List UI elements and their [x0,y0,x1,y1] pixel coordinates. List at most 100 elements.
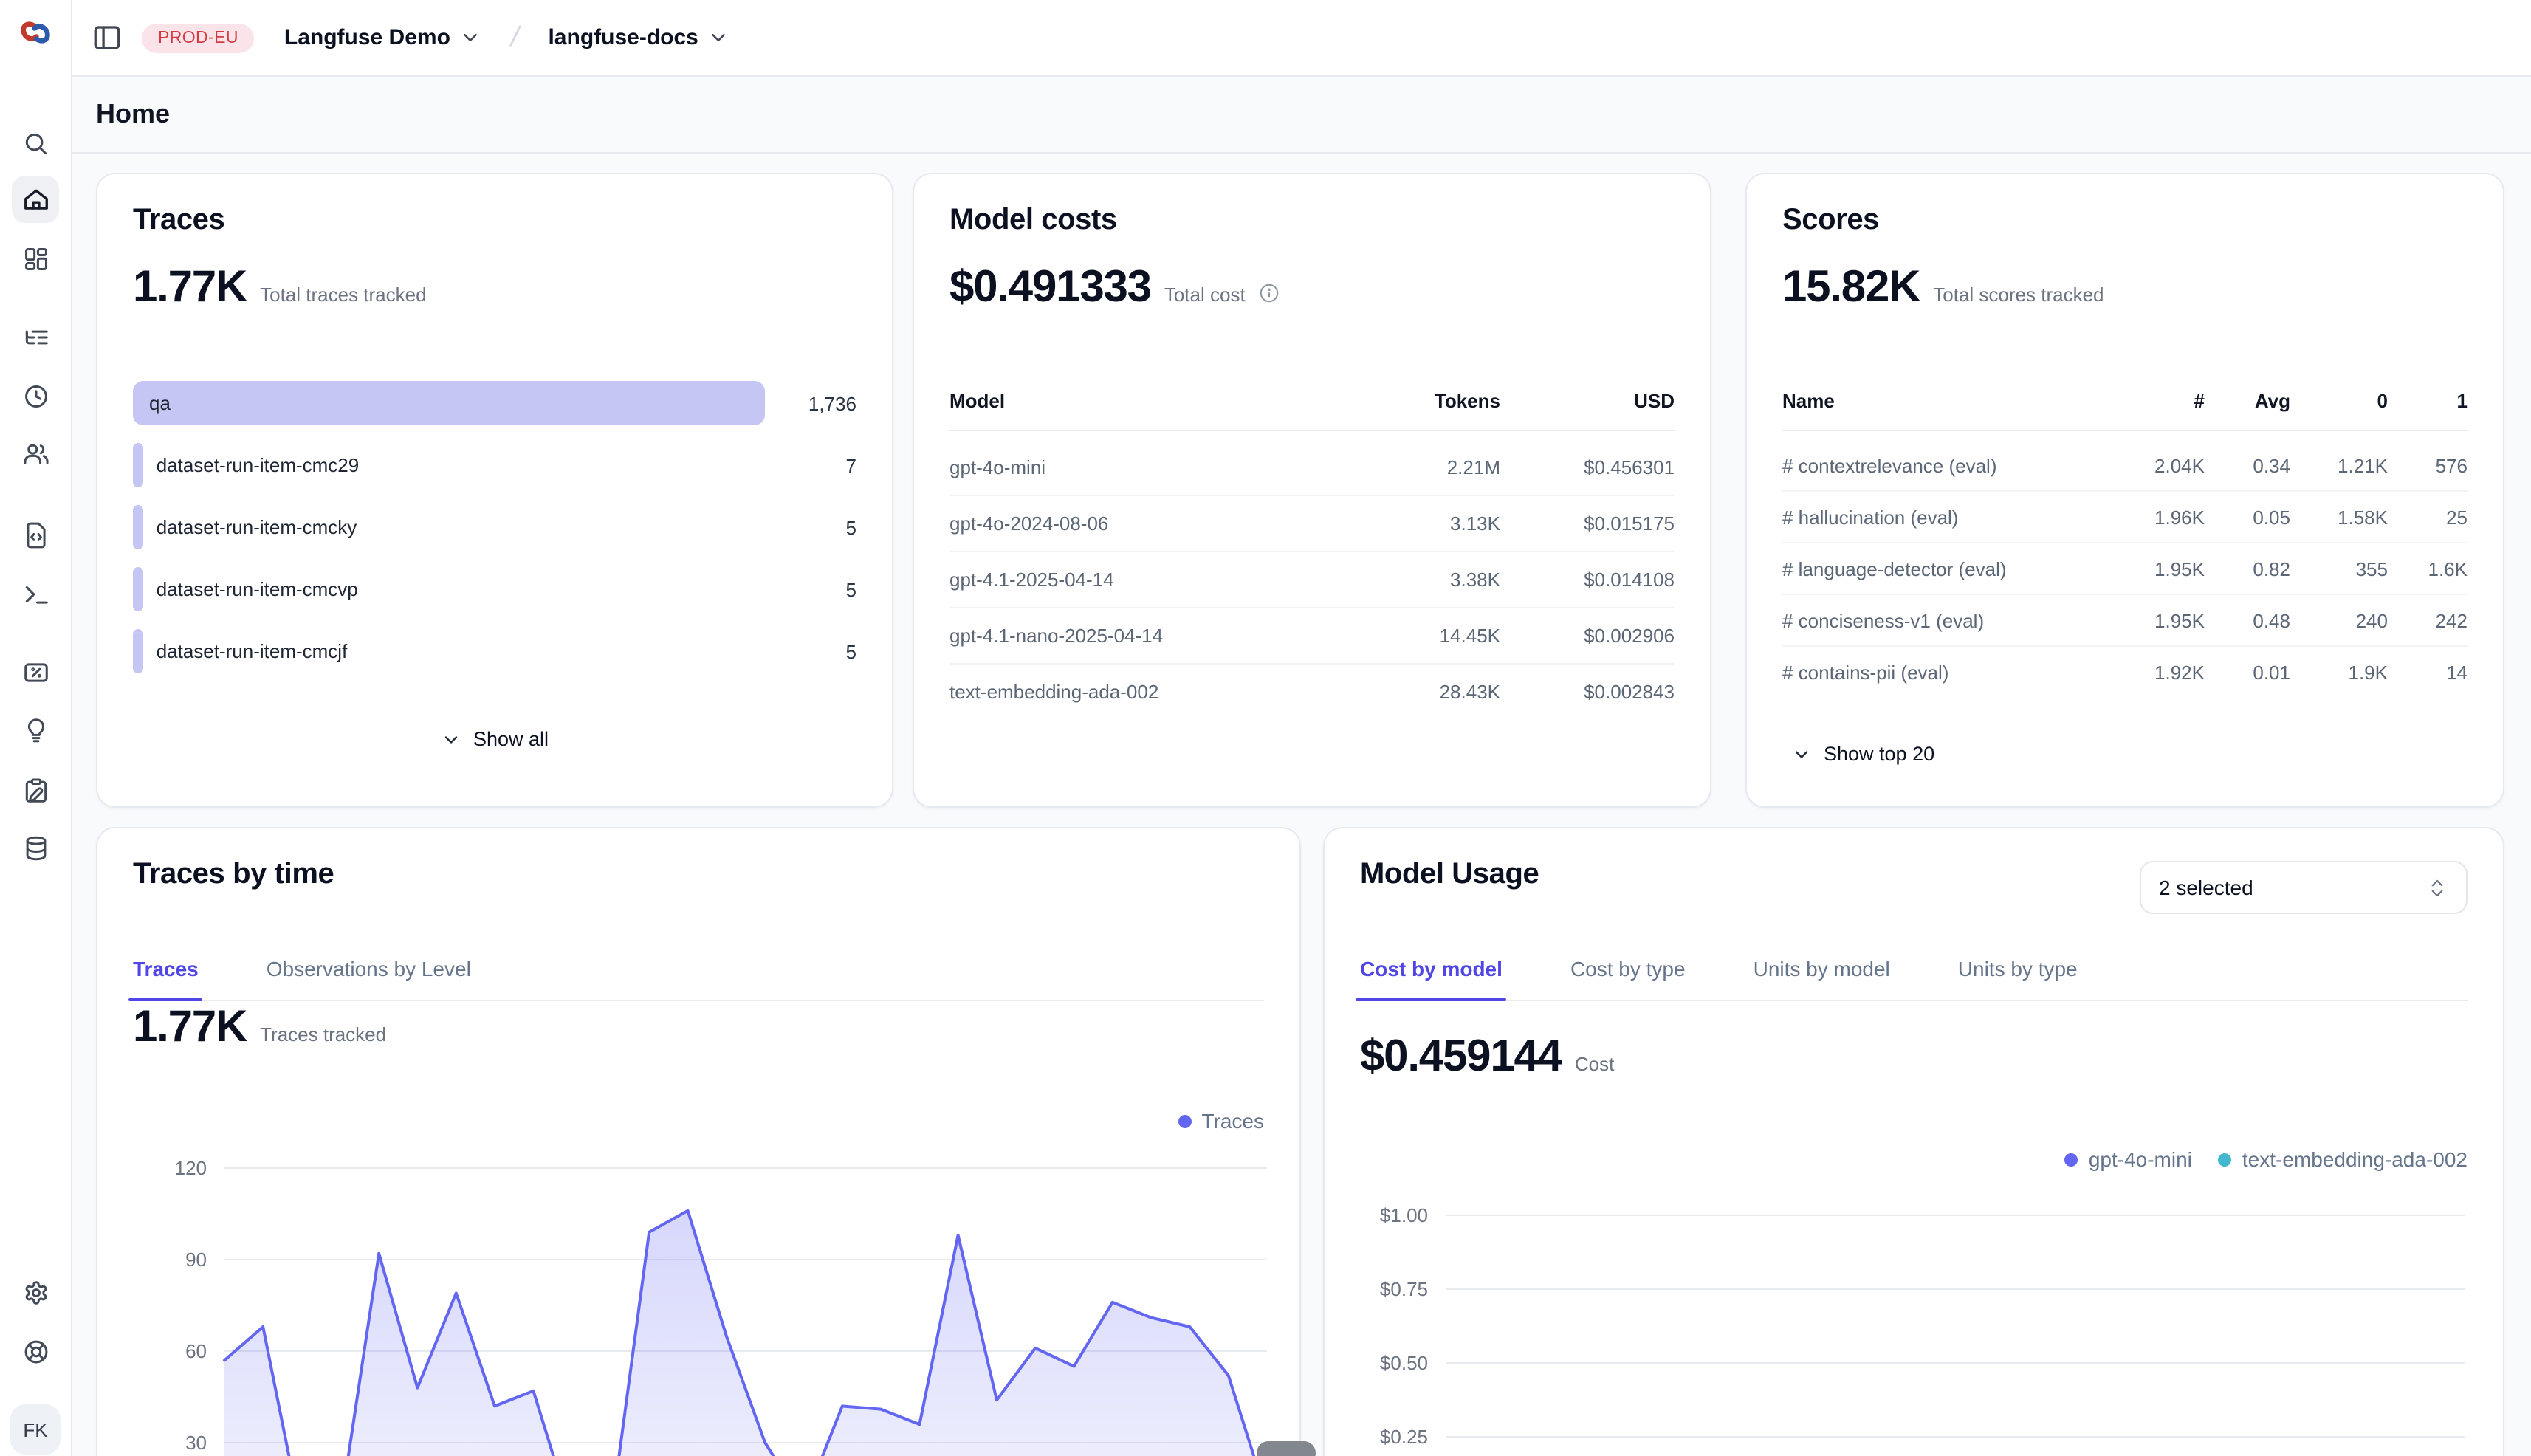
table-cell: # language-detector (eval) [1782,557,2119,580]
sidebar-toggle-button[interactable] [92,22,123,53]
chevron-down-icon [707,27,729,49]
show-all-button[interactable]: Show all [432,727,557,752]
scores-card: Scores 15.82K Total scores tracked Name … [1745,173,2504,808]
breadcrumb-separator: / [507,21,522,54]
table-cell: 0.48 [2205,609,2290,631]
svg-text:120: 120 [175,1157,207,1179]
org-switcher[interactable]: Langfuse Demo [275,24,490,52]
svg-text:60: 60 [185,1340,207,1362]
sidebar-item-dashboards[interactable] [12,235,59,282]
table-cell: gpt-4.1-2025-04-14 [949,569,1364,591]
tab-traces[interactable]: Traces [133,952,199,1000]
langfuse-logo-icon [16,13,55,52]
sidebar-item-datasets[interactable] [12,824,59,871]
tab-cost-by-type[interactable]: Cost by type [1570,952,1686,1000]
dashboards-icon [21,244,49,272]
legend-label: text-embedding-ada-002 [2242,1147,2468,1171]
legend-item: gpt-4o-mini [2065,1147,2192,1171]
horizontal-scrollbar-thumb[interactable] [1257,1441,1316,1456]
table-row: text-embedding-ada-00228.43K$0.002843 [949,665,1675,719]
scores-metric: 15.82K Total scores tracked [1782,263,2104,313]
trace-bar-row: qa1,736 [133,381,856,425]
table-cell: 1.21K [2290,454,2388,476]
traces-by-time-tabs: Traces Observations by Level [133,952,1264,1001]
sidebar-item-annotation-queues[interactable] [12,766,59,814]
trace-bar-row: dataset-run-item-cmcjf5 [133,629,856,673]
legend-dot-icon [1178,1114,1191,1127]
sidebar-item-settings[interactable] [12,1268,59,1316]
model-usage-metric: $0.459144 Cost [1360,1032,1614,1082]
chevron-down-icon [459,27,481,49]
sidebar-item-search[interactable] [12,120,59,167]
trace-bar-label: dataset-run-item-cmc29 [157,454,360,476]
sidebar-item-prompts[interactable] [12,511,59,558]
tab-cost-by-model[interactable]: Cost by model [1360,952,1503,1000]
chevrons-up-down-icon [2426,876,2448,899]
model-costs-table-header: Model Tokens USD [949,390,1675,431]
trace-bar-label: qa [149,392,171,414]
trace-bar [133,505,143,549]
chevron-down-icon [1791,744,1812,764]
tracing-tree-icon [21,323,49,351]
traces-by-time-card: Traces by time TracesObservations by Lev… [96,827,1301,1456]
traces-metric: 1.77K Total traces tracked [133,263,427,313]
trace-bar-label: dataset-run-item-cmcvp [157,578,358,600]
main-content: Traces 1.77K Total traces tracked qa1,73… [71,154,2531,1456]
trace-bar-value: 7 [765,454,856,476]
sidebar-item-users[interactable] [12,430,59,477]
sidebar-item-tracing[interactable] [12,313,59,360]
sidebar-item-ideas[interactable] [12,706,59,753]
trace-bar [133,567,143,611]
workspace-logo[interactable] [16,13,55,52]
traces-by-time-metric: 1.77K Traces tracked [133,1003,386,1053]
tab-units-by-type[interactable]: Units by type [1958,952,2078,1000]
sidebar-item-sessions[interactable] [12,372,59,419]
table-cell: 1.58K [2290,506,2388,528]
sidebar-item-support[interactable] [12,1328,59,1375]
environment-badge: PROD-EU [142,23,255,52]
table-cell: 1.6K [2388,557,2468,580]
sidebar-item-playground[interactable] [12,570,59,617]
show-top-20-button[interactable]: Show top 20 [1782,741,1943,766]
table-cell: 2.04K [2119,454,2205,476]
tab-observations-by-level[interactable]: Observations by Level [267,952,471,1000]
table-cell: 3.13K [1364,512,1500,535]
project-switcher[interactable]: langfuse-docs [539,24,738,52]
svg-text:$0.75: $0.75 [1380,1278,1428,1300]
table-cell: $0.015175 [1500,512,1675,535]
panel-left-icon [92,22,123,53]
card-title: Model Usage [1360,858,1539,892]
model-select[interactable]: 2 selected [2140,861,2468,914]
table-cell: 240 [2290,609,2388,631]
sidebar: FK [0,0,72,1456]
trace-bar-value: 5 [765,640,856,662]
project-name: langfuse-docs [548,25,698,50]
sidebar-item-home[interactable] [12,176,59,223]
model-costs-metric: $0.491333 Total cost [949,263,1281,313]
model-usage-card: Model Usage 2 selected Cost by model Cost… [1323,827,2504,1456]
table-row: gpt-4.1-2025-04-143.38K$0.014108 [949,552,1675,608]
card-title: Scores [1782,204,1879,238]
traces-by-time-legend: Traces [1178,1109,1264,1133]
scores-table-body: # contextrelevance (eval)2.04K0.341.21K5… [1782,440,2468,697]
sidebar-item-evals[interactable] [12,648,59,696]
users-icon [21,439,49,467]
langfuse-dashboard: FK PROD-EU Langfuse Demo / langfuse-docs… [0,0,2531,1456]
card-title: Model costs [949,204,1117,238]
table-cell: 2.21M [1364,456,1500,478]
model-usage-legend: gpt-4o-mini text-embedding-ada-002 [2065,1147,2468,1171]
scores-table-header: Name # Avg 0 1 [1782,390,2468,431]
tab-units-by-model[interactable]: Units by model [1754,952,1890,1000]
user-avatar[interactable]: FK [10,1404,61,1455]
info-icon[interactable] [1259,279,1281,301]
trace-bar-row: dataset-run-item-cmcvp5 [133,567,856,611]
table-cell: 355 [2290,557,2388,580]
table-row: # language-detector (eval)1.95K0.823551.… [1782,543,2468,595]
table-row: # hallucination (eval)1.96K0.051.58K25 [1782,492,2468,543]
table-cell: gpt-4.1-nano-2025-04-14 [949,625,1364,647]
percent-box-icon [21,658,49,686]
legend-dot-icon [2065,1153,2078,1166]
file-code-icon [21,521,49,549]
table-cell: $0.014108 [1500,569,1675,591]
table-cell: # hallucination (eval) [1782,506,2119,528]
